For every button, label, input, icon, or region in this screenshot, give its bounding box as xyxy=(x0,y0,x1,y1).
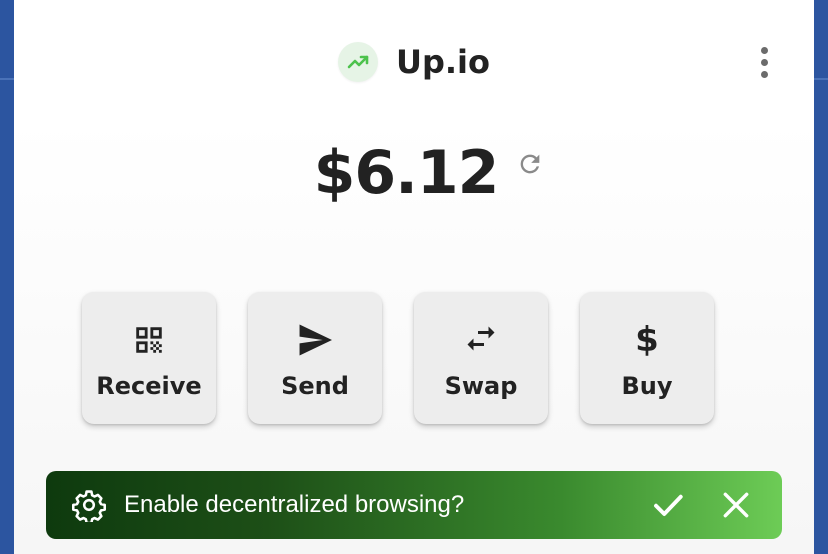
dismiss-button[interactable] xyxy=(720,489,752,521)
trending-up-icon xyxy=(347,55,369,69)
app-title: Up.io xyxy=(396,43,490,81)
close-icon xyxy=(723,492,749,518)
swap-button[interactable]: Swap xyxy=(414,292,548,424)
send-icon xyxy=(299,324,332,356)
send-label: Send xyxy=(281,372,349,400)
send-button[interactable]: Send xyxy=(248,292,382,424)
header: Up.io xyxy=(14,40,814,84)
check-icon xyxy=(654,494,683,516)
more-vertical-icon xyxy=(760,46,768,54)
qr-code-icon xyxy=(136,327,162,353)
receive-label: Receive xyxy=(96,372,202,400)
balance-section: $6.12 xyxy=(14,138,814,208)
balance-amount: $6.12 xyxy=(313,138,500,208)
decentralized-browsing-banner: Enable decentralized browsing? xyxy=(46,471,782,539)
refresh-button[interactable] xyxy=(516,150,544,183)
buy-label: Buy xyxy=(621,372,673,400)
buy-button[interactable]: $ Buy xyxy=(580,292,714,424)
action-buttons: Receive Send Swap $ Buy xyxy=(82,292,714,424)
dollar-icon: $ xyxy=(635,320,659,360)
wallet-popup: Up.io $6.12 Receive Send Swap $ Buy Enab… xyxy=(14,0,814,554)
receive-button[interactable]: Receive xyxy=(82,292,216,424)
gear-icon xyxy=(72,490,106,522)
more-menu-button[interactable] xyxy=(750,42,778,82)
refresh-icon xyxy=(521,154,540,174)
app-logo xyxy=(338,42,378,82)
confirm-button[interactable] xyxy=(650,487,686,523)
swap-icon xyxy=(467,326,495,351)
swap-label: Swap xyxy=(444,372,518,400)
banner-message: Enable decentralized browsing? xyxy=(124,491,465,518)
